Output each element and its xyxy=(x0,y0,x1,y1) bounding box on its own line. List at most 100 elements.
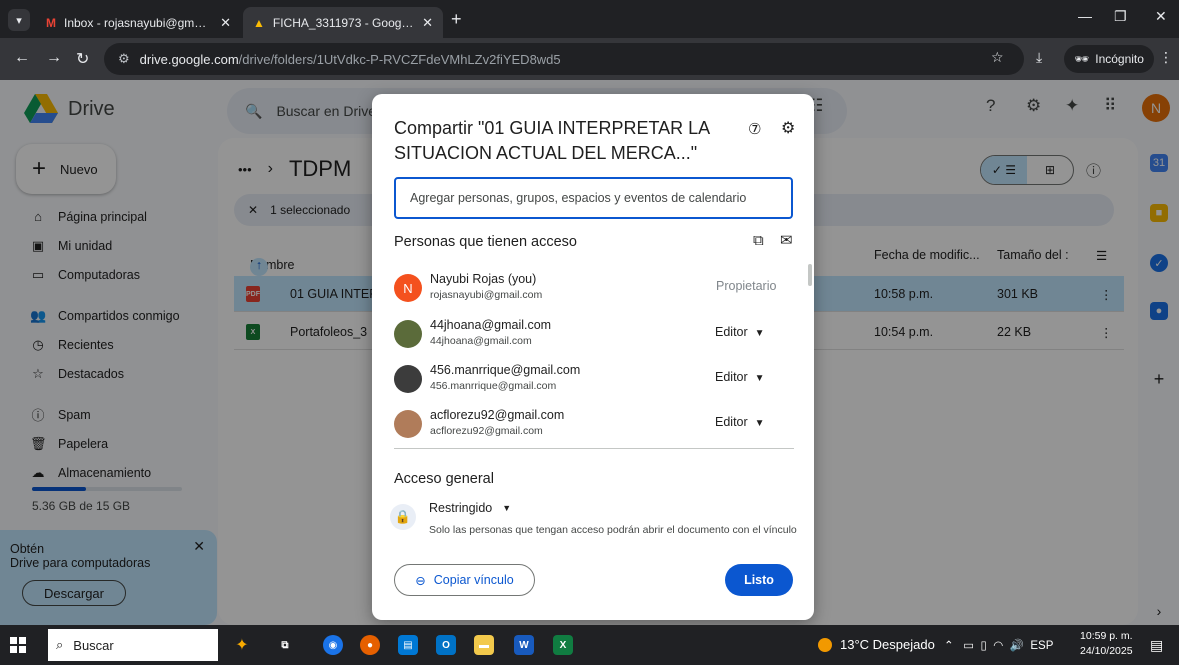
volume-icon: 🔊 xyxy=(1009,640,1024,652)
tab-drive[interactable]: ▲ FICHA_3311973 - Google Drive ✕ xyxy=(243,7,443,38)
role-dropdown[interactable]: Editor ▼ xyxy=(715,415,765,429)
email-icon[interactable]: ✉ xyxy=(780,231,793,249)
battery-icon: ▯ xyxy=(980,640,987,652)
notifications-icon[interactable]: ▤ xyxy=(1150,637,1163,654)
close-window-icon[interactable]: ✕ xyxy=(1155,8,1167,25)
help-icon[interactable]: ⑦ xyxy=(748,120,761,138)
wifi-icon: ◠ xyxy=(993,640,1004,652)
avatar xyxy=(394,320,422,348)
copy-link-label: Copiar vínculo xyxy=(433,573,514,587)
task-view-icon[interactable]: ⧉ xyxy=(275,635,295,655)
browser-tab-strip: ▾ M Inbox - rojasnayubi@gmail.com ✕ ▲ FI… xyxy=(0,0,1179,38)
dialog-title: Compartir "01 GUIA INTERPRETAR LA SITUAC… xyxy=(394,118,710,163)
back-icon[interactable]: ← xyxy=(14,49,30,67)
link-icon: ⊖ xyxy=(415,573,426,588)
person-email: 44jhoana@gmail.com xyxy=(430,335,532,347)
role-dropdown[interactable]: Editor ▼ xyxy=(715,370,765,384)
minimize-icon[interactable]: — xyxy=(1078,8,1092,24)
copy-emails-icon[interactable]: ⧉ xyxy=(753,232,764,249)
role-label: Editor xyxy=(715,370,748,384)
settings-icon[interactable]: ⚙ xyxy=(781,118,795,138)
weather-widget[interactable]: 13°C Despejado xyxy=(818,637,935,652)
scrollbar[interactable] xyxy=(808,264,812,286)
close-tab-icon[interactable]: ✕ xyxy=(220,15,231,31)
url-path: /drive/folders/1UtVdkc-P-RVCZFdeVMhLZv2f… xyxy=(238,51,561,67)
person-name: 456.manrrique@gmail.com xyxy=(430,363,581,377)
site-info-icon[interactable]: ⚙ xyxy=(118,51,130,67)
person-row: 456.manrrique@gmail.com 456.manrrique@gm… xyxy=(394,359,794,403)
download-icon[interactable]: ⤓ xyxy=(1036,49,1042,66)
taskbar: ⌕ Buscar ✦ ⧉ ◉ ● ▤ O ▬ W X 13°C Despejad… xyxy=(0,625,1179,665)
tab-inbox[interactable]: M Inbox - rojasnayubi@gmail.com ✕ xyxy=(36,7,241,38)
dropdown-arrow-icon: ▼ xyxy=(502,503,512,513)
close-tab-icon[interactable]: ✕ xyxy=(422,15,433,31)
done-button[interactable]: Listo xyxy=(725,564,793,596)
person-email: rojasnayubi@gmail.com xyxy=(430,289,543,301)
reload-icon[interactable]: ↻ xyxy=(76,49,89,69)
network-icon: ▭ xyxy=(963,640,975,652)
weather-text: 13°C Despejado xyxy=(840,637,935,652)
person-name: 44jhoana@gmail.com xyxy=(430,318,552,332)
dropdown-arrow-icon: ▼ xyxy=(754,373,765,384)
forward-icon[interactable]: → xyxy=(46,49,62,67)
chevron-up-icon: ⌃ xyxy=(944,640,954,652)
firefox-icon[interactable]: ● xyxy=(360,635,380,655)
browser-menu-icon[interactable]: ⋮ xyxy=(1159,49,1173,66)
chrome-icon[interactable]: ◉ xyxy=(323,635,343,655)
clock-time: 10:59 p. m. xyxy=(1080,630,1133,642)
dropdown-arrow-icon: ▼ xyxy=(754,328,765,339)
search-icon: ⌕ xyxy=(56,637,64,652)
drive-icon: ▲ xyxy=(253,15,265,30)
avatar: N xyxy=(394,274,422,302)
word-icon[interactable]: W xyxy=(514,635,534,655)
add-people-input[interactable] xyxy=(394,177,793,219)
person-row: acflorezu92@gmail.com acflorezu92@gmail.… xyxy=(394,404,794,448)
lock-icon: 🔒 xyxy=(390,504,416,530)
dropdown-arrow-icon: ▼ xyxy=(754,418,765,429)
windows-start-icon[interactable] xyxy=(10,637,26,653)
avatar xyxy=(394,410,422,438)
role-label: Editor xyxy=(715,415,748,429)
person-row: N Nayubi Rojas (you) rojasnayubi@gmail.c… xyxy=(394,268,794,312)
general-access-heading: Acceso general xyxy=(394,471,494,487)
bookmark-star-icon[interactable]: ☆ xyxy=(991,49,1004,66)
excel-icon[interactable]: X xyxy=(553,635,573,655)
tab-title: Inbox - rojasnayubi@gmail.com xyxy=(64,15,212,30)
incognito-label: Incógnito xyxy=(1095,52,1144,66)
role-label: Editor xyxy=(715,325,748,339)
weather-sun-icon xyxy=(818,637,832,652)
outlook-icon[interactable]: O xyxy=(436,635,456,655)
restore-icon[interactable]: ❐ xyxy=(1114,8,1127,25)
store-icon[interactable]: ▤ xyxy=(398,635,418,655)
gmail-icon: M xyxy=(46,15,56,30)
share-dialog: Compartir "01 GUIA INTERPRETAR LA SITUAC… xyxy=(372,94,814,620)
incognito-icon: 🕶 xyxy=(1074,52,1090,66)
general-access-dropdown[interactable]: Restringido ▼ xyxy=(429,501,511,515)
clock-date: 24/10/2025 xyxy=(1080,645,1133,657)
person-role: Propietario xyxy=(716,279,777,293)
person-row: 44jhoana@gmail.com 44jhoana@gmail.com Ed… xyxy=(394,314,794,358)
avatar xyxy=(394,365,422,393)
copy-link-button[interactable]: ⊖ Copiar vínculo xyxy=(394,564,535,596)
file-explorer-icon[interactable]: ▬ xyxy=(474,635,494,655)
browser-toolbar: ← → ↻ ⚙ drive.google.com/drive/folders/1… xyxy=(0,38,1179,80)
restricted-description: Solo las personas que tengan acceso podr… xyxy=(429,524,797,536)
taskbar-search[interactable]: ⌕ Buscar xyxy=(48,629,218,661)
divider xyxy=(394,448,794,449)
tab-search-button[interactable]: ▾ xyxy=(8,9,30,31)
copilot-sparkle-icon[interactable]: ✦ xyxy=(232,635,252,655)
language-indicator: ESP xyxy=(1030,640,1054,652)
clock[interactable]: 10:59 p. m. 24/10/2025 xyxy=(1080,629,1133,659)
taskbar-search-label: Buscar xyxy=(73,637,114,653)
incognito-indicator[interactable]: 🕶 Incógnito xyxy=(1064,45,1154,73)
role-dropdown[interactable]: Editor ▼ xyxy=(715,325,765,339)
address-bar[interactable]: ⚙ drive.google.com/drive/folders/1UtVdkc… xyxy=(104,43,1024,75)
person-email: 456.manrrique@gmail.com xyxy=(430,380,557,392)
tab-title: FICHA_3311973 - Google Drive xyxy=(272,15,414,30)
restricted-label: Restringido xyxy=(429,501,493,515)
new-tab-icon[interactable]: + xyxy=(451,9,462,30)
person-name: acflorezu92@gmail.com xyxy=(430,408,565,422)
people-with-access-heading: Personas que tienen acceso xyxy=(394,234,577,250)
url-host: drive.google.com xyxy=(139,51,239,67)
system-tray[interactable]: ⌃ ▭ ▯ ◠ 🔊 ESP xyxy=(944,638,1053,652)
